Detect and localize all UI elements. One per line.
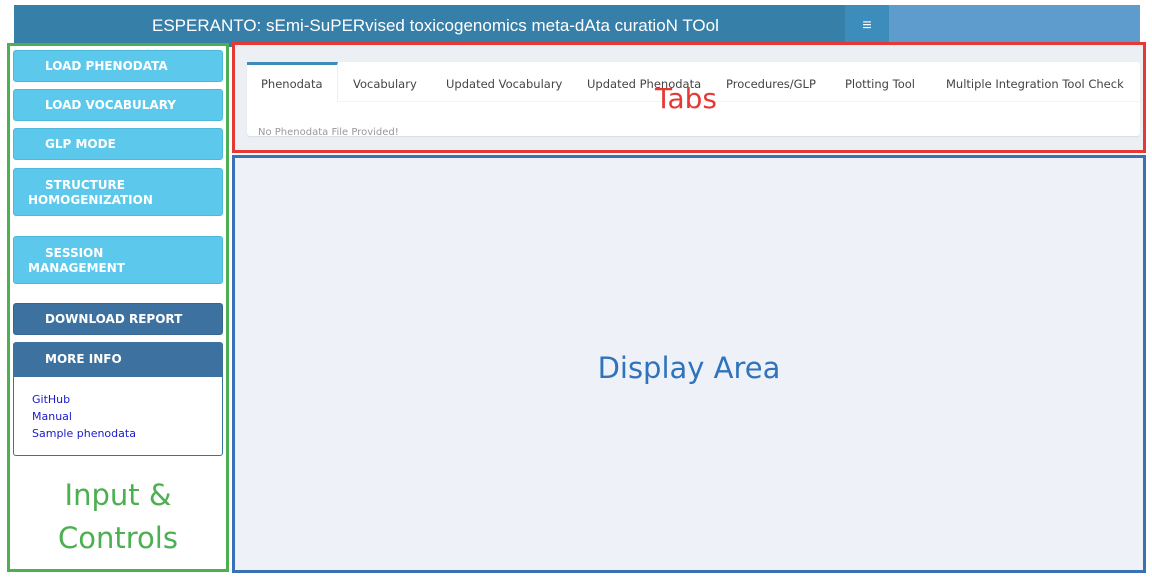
input-controls-annotation: Input & Controls (10, 474, 226, 560)
display-area: Display Area (232, 155, 1146, 573)
display-area-annotation: Display Area (597, 351, 781, 385)
input-controls-annotation-line2: Controls (58, 521, 178, 555)
more-info-links: GitHub Manual Sample phenodata (14, 377, 222, 442)
app-header: ESPERANTO: sEmi-SuPERvised toxicogenomic… (14, 5, 1140, 47)
manual-link[interactable]: Manual (32, 408, 222, 425)
hamburger-icon[interactable]: ≡ (845, 5, 889, 47)
structure-homogenization-label-line1: STRUCTURE (45, 178, 125, 192)
no-phenodata-message: No Phenodata File Provided! (258, 127, 399, 138)
tab-plotting-tool[interactable]: Plotting Tool (845, 62, 915, 102)
tab-multiple-integration-tool-check[interactable]: Multiple Integration Tool Check (946, 62, 1124, 102)
session-management-label-line1: SESSION (45, 246, 104, 260)
tab-procedures-glp[interactable]: Procedures/GLP (726, 62, 816, 102)
tab-phenodata[interactable]: Phenodata (247, 62, 338, 102)
tabs-annotation: Tabs (655, 82, 717, 115)
sample-phenodata-link[interactable]: Sample phenodata (32, 425, 222, 442)
load-phenodata-button[interactable]: LOAD PHENODATA (13, 50, 223, 82)
download-report-button[interactable]: DOWNLOAD REPORT (13, 303, 223, 335)
load-vocabulary-button[interactable]: LOAD VOCABULARY (13, 89, 223, 121)
tab-updated-vocabulary[interactable]: Updated Vocabulary (446, 62, 562, 102)
github-link[interactable]: GitHub (32, 391, 222, 408)
more-info-box: MORE INFO GitHub Manual Sample phenodata (13, 342, 223, 456)
glp-mode-button[interactable]: GLP MODE (13, 128, 223, 160)
session-management-label-line2: MANAGEMENT (28, 261, 125, 275)
app-title: ESPERANTO: sEmi-SuPERvised toxicogenomic… (14, 5, 845, 47)
header-navbar (889, 5, 1140, 47)
tab-vocabulary[interactable]: Vocabulary (353, 62, 417, 102)
more-info-header[interactable]: MORE INFO (14, 343, 222, 377)
structure-homogenization-button[interactable]: STRUCTURE HOMOGENIZATION (13, 168, 223, 216)
input-controls-annotation-line1: Input & (64, 478, 172, 512)
session-management-button[interactable]: SESSION MANAGEMENT (13, 236, 223, 284)
structure-homogenization-label-line2: HOMOGENIZATION (28, 193, 153, 207)
